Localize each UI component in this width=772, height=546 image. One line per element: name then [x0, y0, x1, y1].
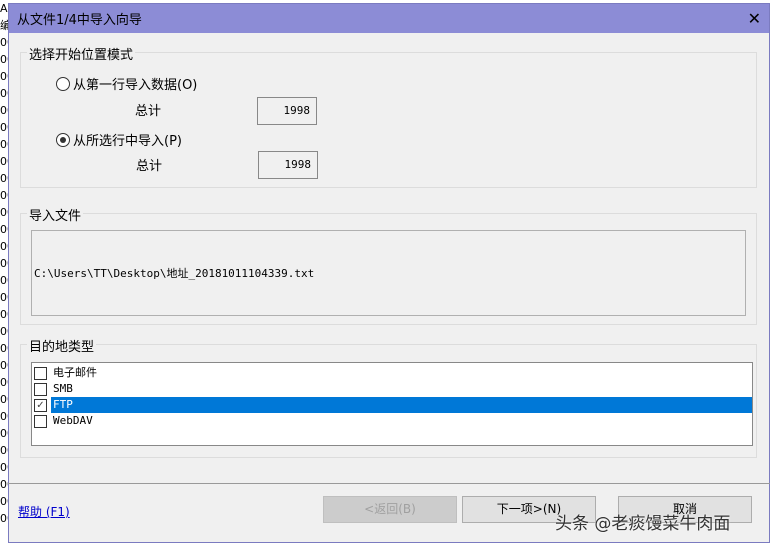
item-label: WebDAV [53, 414, 93, 427]
radio-circle[interactable] [56, 76, 70, 91]
footer-divider [8, 483, 770, 484]
back-button[interactable]: <返回(B) [323, 496, 457, 523]
checkbox-checked[interactable]: ✓ [34, 398, 47, 412]
file-path-field: C:\Users\TT\Desktop\地址_20181011104339.tx… [31, 230, 746, 316]
item-label: 电子邮件 [53, 366, 97, 379]
import-wizard-dialog: 从文件1/4中导入向导 ✕ 选择开始位置模式 从第一行导入数据(O) 总计 19… [8, 3, 770, 543]
import-file-group: 导入文件 C:\Users\TT\Desktop\地址_201810111043… [20, 205, 757, 325]
item-label: SMB [53, 382, 73, 395]
destination-legend: 目的地类型 [27, 336, 97, 355]
list-item-webdav[interactable]: WebDAV [32, 413, 752, 429]
watermark: 头条 @老痰馒菜牛肉面 [555, 514, 731, 534]
total-field-1: 1998 [257, 97, 317, 125]
start-mode-group: 选择开始位置模式 从第一行导入数据(O) 总计 1998 从所选行中导入(P) … [20, 44, 757, 188]
start-mode-legend: 选择开始位置模式 [27, 44, 136, 63]
total-label-1: 总计 [135, 104, 162, 119]
list-item-ftp[interactable]: ✓ FTP [32, 397, 752, 413]
radio-label: 从所选行中导入(P) [73, 134, 182, 149]
destination-group: 目的地类型 电子邮件 SMB ✓ FTP WebDAV [20, 336, 757, 458]
checkbox[interactable] [34, 414, 47, 428]
help-link[interactable]: 帮助 (F1) [18, 503, 70, 520]
import-file-legend: 导入文件 [27, 205, 84, 224]
radio-label: 从第一行导入数据(O) [73, 78, 198, 93]
total-label-2: 总计 [136, 159, 163, 174]
radio-from-first-row[interactable]: 从第一行导入数据(O) [56, 74, 197, 93]
destination-list: 电子邮件 SMB ✓ FTP WebDAV [31, 362, 753, 446]
dialog-title: 从文件1/4中导入向导 [17, 13, 142, 28]
checkbox[interactable] [34, 366, 47, 380]
radio-from-selected-row[interactable]: 从所选行中导入(P) [56, 130, 182, 149]
close-icon[interactable]: ✕ [748, 9, 761, 28]
total-field-2: 1998 [258, 151, 318, 179]
list-item-email[interactable]: 电子邮件 [32, 365, 752, 381]
list-item-smb[interactable]: SMB [32, 381, 752, 397]
item-label: FTP [51, 397, 752, 413]
radio-circle-selected[interactable] [56, 132, 70, 147]
title-bar: 从文件1/4中导入向导 [9, 4, 769, 33]
checkbox[interactable] [34, 382, 47, 396]
